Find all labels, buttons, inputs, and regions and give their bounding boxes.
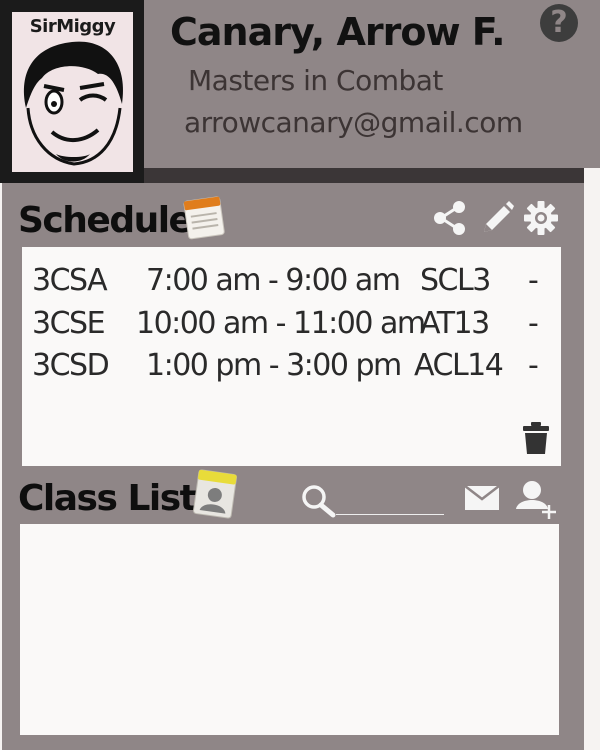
schedule-row[interactable]: 3CSD 1:00 pm - 3:00 pm ACL14 - xyxy=(22,348,562,388)
schedule-room: AT13 xyxy=(420,306,490,341)
schedule-section: 3CSE xyxy=(32,306,106,341)
schedule-extra: - xyxy=(528,263,539,298)
schedule-title: Schedule xyxy=(18,200,193,241)
app-frame: SirMiggy Canary, Arrow F. Masters in Com… xyxy=(0,0,600,750)
user-degree: Masters in Combat xyxy=(188,64,443,97)
schedule-time: 7:00 am - 9:00 am xyxy=(146,263,401,298)
class-search-input[interactable] xyxy=(336,488,448,516)
user-name: Canary, Arrow F. xyxy=(170,10,506,54)
class-list-panel xyxy=(20,524,559,735)
help-button[interactable]: ? xyxy=(540,4,578,42)
caricature-face-icon xyxy=(23,41,124,166)
trash-icon[interactable] xyxy=(522,421,550,455)
schedule-row[interactable]: 3CSE 10:00 am - 11:00 am AT13 - xyxy=(22,306,562,346)
gear-icon[interactable] xyxy=(522,199,560,237)
profile-header: Canary, Arrow F. Masters in Combat arrow… xyxy=(144,0,600,168)
schedule-panel: 3CSA 7:00 am - 9:00 am SCL3 - 3CSE 10:00… xyxy=(22,247,561,466)
search-icon[interactable] xyxy=(300,484,336,518)
id-card-icon xyxy=(193,469,237,519)
avatar: SirMiggy xyxy=(0,0,144,183)
share-icon[interactable] xyxy=(432,200,468,236)
schedule-section: 3CSA xyxy=(32,263,108,298)
avatar-image: SirMiggy xyxy=(12,12,133,172)
schedule-section: 3CSD xyxy=(32,348,110,383)
class-list-title: Class List xyxy=(18,478,197,519)
window-edge-left xyxy=(0,183,2,750)
help-icon: ? xyxy=(550,5,568,40)
search-underline xyxy=(336,514,444,515)
add-user-icon[interactable] xyxy=(514,479,558,521)
schedule-time: 10:00 am - 11:00 am xyxy=(136,306,426,341)
schedule-extra: - xyxy=(528,306,539,341)
pencil-icon[interactable] xyxy=(480,200,514,236)
mail-icon[interactable] xyxy=(464,485,500,511)
user-email[interactable]: arrowcanary@gmail.com xyxy=(184,106,523,139)
notepad-icon xyxy=(183,196,225,240)
schedule-row[interactable]: 3CSA 7:00 am - 9:00 am SCL3 - xyxy=(22,263,562,303)
schedule-time: 1:00 pm - 3:00 pm xyxy=(146,348,402,383)
schedule-room: ACL14 xyxy=(414,348,504,383)
schedule-extra: - xyxy=(528,348,539,383)
window-edge-right xyxy=(584,168,600,750)
schedule-room: SCL3 xyxy=(420,263,491,298)
header-divider xyxy=(144,168,584,183)
